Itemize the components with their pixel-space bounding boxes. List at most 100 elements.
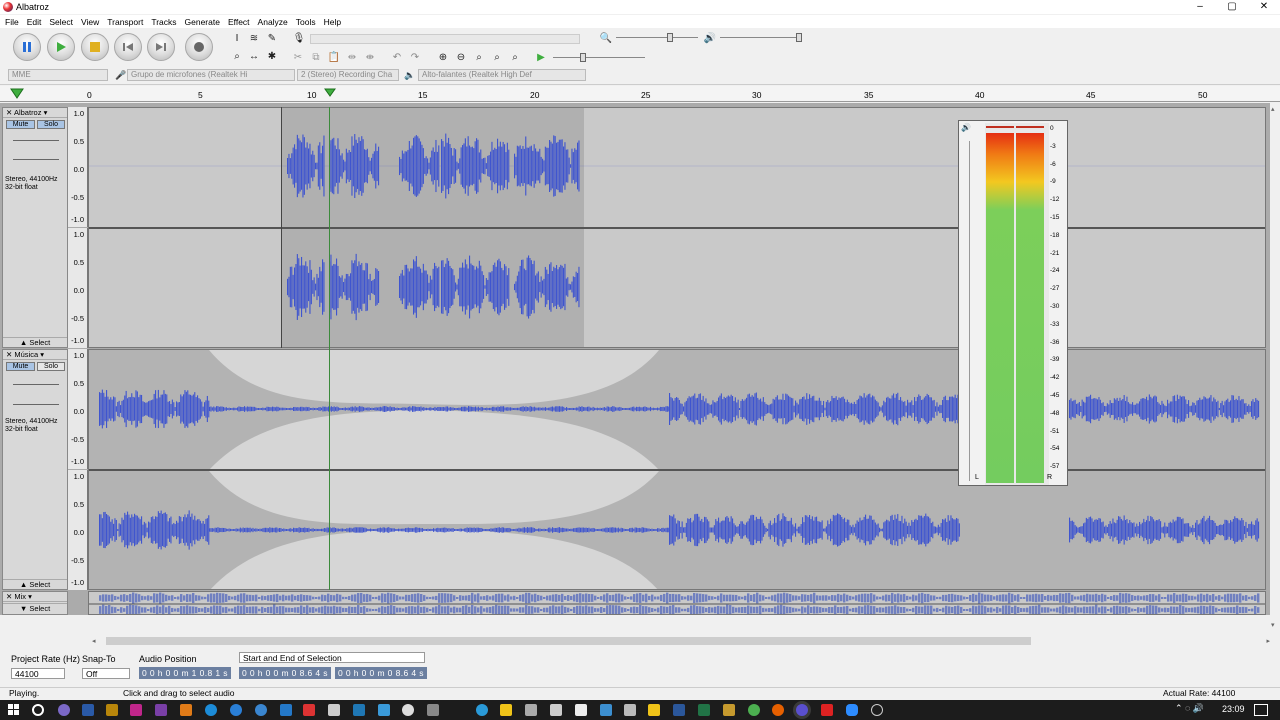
menu-tracks[interactable]: Tracks bbox=[151, 17, 176, 27]
browser-icon[interactable] bbox=[476, 704, 488, 716]
playback-meter-icon[interactable]: 🔍 bbox=[598, 30, 614, 46]
browser-icon[interactable] bbox=[230, 704, 242, 716]
menu-transport[interactable]: Transport bbox=[107, 17, 143, 27]
multi-tool-icon[interactable]: ✱ bbox=[264, 48, 280, 64]
scroll-left-icon[interactable]: ◂ bbox=[92, 637, 96, 645]
redo-icon[interactable]: ↷ bbox=[407, 49, 423, 65]
app-icon[interactable] bbox=[600, 704, 612, 716]
slider-thumb[interactable] bbox=[667, 33, 673, 42]
settings-icon[interactable] bbox=[402, 704, 414, 716]
edge-icon[interactable] bbox=[205, 704, 217, 716]
track-name-menu[interactable]: ✕ Mix ▾ bbox=[3, 592, 67, 602]
horizontal-scrollbar[interactable]: ◂ ▸ bbox=[92, 636, 1270, 646]
scroll-right-icon[interactable]: ▸ bbox=[1266, 637, 1270, 645]
menu-analyze[interactable]: Analyze bbox=[258, 17, 288, 27]
selection-end-time[interactable]: 0 0 h 0 0 m 0 8.6 4 s bbox=[335, 667, 427, 679]
illustrator-icon[interactable] bbox=[180, 704, 192, 716]
app-icon[interactable] bbox=[575, 704, 587, 716]
speed-thumb[interactable] bbox=[580, 53, 586, 62]
app-icon[interactable] bbox=[255, 704, 267, 716]
menu-tools[interactable]: Tools bbox=[296, 17, 316, 27]
gain-slider[interactable] bbox=[13, 140, 59, 141]
undo-icon[interactable]: ↶ bbox=[389, 49, 405, 65]
amplitude-scale[interactable]: 1.0 0.5 0.0 -0.5 -1.0 bbox=[68, 228, 88, 348]
fit-project-icon[interactable]: ⌕ bbox=[489, 49, 505, 65]
track-name-menu[interactable]: ✕ Albatroz ▾ bbox=[3, 108, 67, 118]
copy-icon[interactable]: ⧉ bbox=[308, 49, 324, 65]
mute-button[interactable]: Mute bbox=[6, 362, 35, 371]
amplitude-scale[interactable]: 1.0 0.5 0.0 -0.5 -1.0 bbox=[68, 349, 88, 469]
track-control-panel[interactable]: ✕ Música ▾ Mute Solo Stereo, 44100Hz 32-… bbox=[2, 349, 68, 590]
vscode-icon[interactable] bbox=[280, 704, 292, 716]
zoom-tool-icon[interactable]: ⌕ bbox=[229, 48, 245, 64]
menu-edit[interactable]: Edit bbox=[27, 17, 42, 27]
play-at-speed-slider[interactable] bbox=[553, 57, 645, 58]
skip-to-start-button[interactable] bbox=[114, 33, 142, 61]
track-name-menu[interactable]: ✕ Música ▾ bbox=[3, 350, 67, 360]
zoom-out-icon[interactable]: ⊖ bbox=[453, 49, 469, 65]
menu-view[interactable]: View bbox=[81, 17, 99, 27]
app-icon[interactable] bbox=[378, 704, 390, 716]
menu-select[interactable]: Select bbox=[49, 17, 73, 27]
amplitude-scale[interactable]: 1.0 0.5 0.0 -0.5 -1.0 bbox=[68, 470, 88, 590]
app-icon[interactable] bbox=[427, 704, 439, 716]
app-icon[interactable] bbox=[821, 704, 833, 716]
system-clock[interactable]: 23:09 bbox=[1222, 704, 1245, 714]
silence-icon[interactable]: ⇼ bbox=[362, 49, 378, 65]
snap-to-select[interactable]: Off bbox=[82, 668, 130, 679]
envelope-tool-icon[interactable]: ≋ bbox=[246, 30, 262, 46]
gain-slider[interactable] bbox=[13, 384, 59, 385]
zoom-in-icon[interactable]: ⊕ bbox=[435, 49, 451, 65]
playback-device-select[interactable]: Alto-falantes (Realtek High Def bbox=[418, 69, 586, 81]
pan-slider[interactable] bbox=[13, 159, 59, 160]
word-icon[interactable] bbox=[673, 704, 685, 716]
record-button[interactable] bbox=[185, 33, 213, 61]
selection-tool-icon[interactable]: I bbox=[229, 30, 245, 46]
app-icon[interactable] bbox=[723, 704, 735, 716]
scroll-up-icon[interactable]: ▴ bbox=[1271, 105, 1275, 113]
solo-button[interactable]: Solo bbox=[37, 120, 65, 129]
indesign-icon[interactable] bbox=[130, 704, 142, 716]
scroll-down-icon[interactable]: ▾ bbox=[1271, 621, 1275, 629]
app-icon[interactable] bbox=[624, 704, 636, 716]
solo-button[interactable]: Solo bbox=[37, 362, 65, 371]
fit-selection-icon[interactable]: ⌕ bbox=[471, 49, 487, 65]
app-icon[interactable] bbox=[328, 704, 340, 716]
recording-channels-select[interactable]: 2 (Stereo) Recording Cha bbox=[297, 69, 399, 81]
cut-icon[interactable]: ✂ bbox=[290, 49, 306, 65]
waveform-mix[interactable] bbox=[88, 591, 1266, 615]
timeline-ruler[interactable]: 0 5 10 15 20 25 30 35 40 45 50 bbox=[0, 86, 1280, 102]
menu-effect[interactable]: Effect bbox=[228, 17, 250, 27]
track-control-panel[interactable]: ✕ Albatroz ▾ Mute Solo Stereo, 44100Hz 3… bbox=[2, 107, 68, 348]
vertical-scrollbar[interactable]: ▴ ▾ bbox=[1270, 103, 1280, 633]
waveform-musica[interactable] bbox=[88, 349, 1266, 590]
draw-tool-icon[interactable]: ✎ bbox=[264, 30, 280, 46]
meter-speaker-icon[interactable]: 🔊 bbox=[961, 123, 981, 135]
timeshift-tool-icon[interactable]: ↔ bbox=[246, 48, 262, 64]
track-select-button[interactable]: ▲ Select bbox=[3, 337, 67, 347]
recording-meter-window[interactable]: 🔊 L R 0 -3 -6 -9 -12 -15 -18 -21 -24 -27 -30 -33 -36… bbox=[958, 120, 1068, 486]
clock-app-icon[interactable] bbox=[871, 704, 883, 716]
play-button[interactable] bbox=[47, 33, 75, 61]
play-at-speed-icon[interactable]: ▶ bbox=[533, 49, 549, 65]
file-explorer-icon[interactable] bbox=[648, 704, 660, 716]
meter-gain-slider[interactable] bbox=[969, 141, 970, 481]
paste-icon[interactable]: 📋 bbox=[326, 49, 342, 65]
notifications-icon[interactable] bbox=[1254, 704, 1268, 716]
track-control-panel[interactable]: ✕ Mix ▾ ▼ Select bbox=[2, 591, 68, 615]
playback-volume-slider[interactable] bbox=[720, 37, 802, 38]
track-select-button[interactable]: ▼ Select bbox=[3, 603, 67, 613]
selection-start-time[interactable]: 0 0 h 0 0 m 0 8.6 4 s bbox=[239, 667, 331, 679]
menu-help[interactable]: Help bbox=[324, 17, 341, 27]
menu-generate[interactable]: Generate bbox=[185, 17, 220, 27]
audio-host-select[interactable]: MME bbox=[8, 69, 108, 81]
trim-icon[interactable]: ⇹ bbox=[344, 49, 360, 65]
record-meter-icon[interactable]: 🎙 bbox=[291, 30, 307, 46]
maximize-button[interactable]: ▢ bbox=[1216, 0, 1248, 14]
minimize-button[interactable]: – bbox=[1184, 0, 1216, 14]
recording-device-select[interactable]: Grupo de microfones (Realtek Hi bbox=[127, 69, 295, 81]
pause-button[interactable] bbox=[13, 33, 41, 61]
track-select-button[interactable]: ▲ Select bbox=[3, 579, 67, 589]
amplitude-scale[interactable]: 1.0 0.5 0.0 -0.5 -1.0 bbox=[68, 107, 88, 227]
stop-button[interactable] bbox=[81, 33, 109, 61]
